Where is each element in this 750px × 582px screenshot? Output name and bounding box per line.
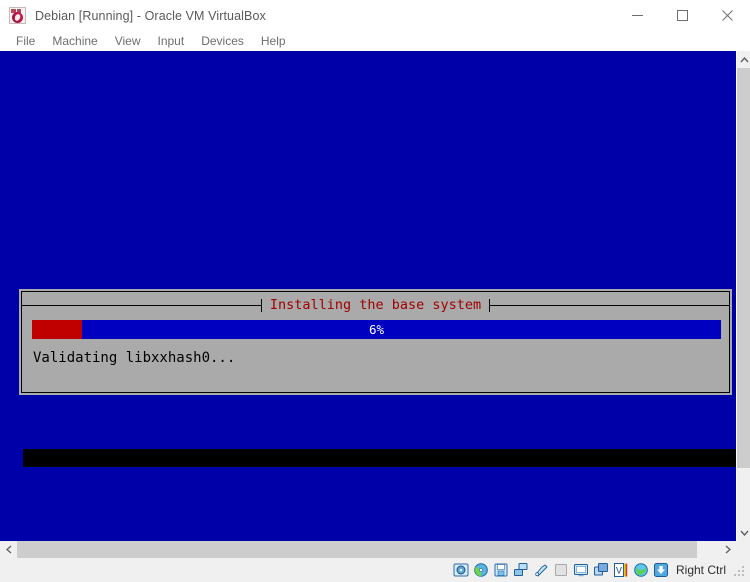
- shared-folders-icon[interactable]: [553, 562, 569, 578]
- scrollbar-corner: [736, 541, 750, 558]
- title-bar: Debian [Running] - Oracle VM VirtualBox: [0, 0, 750, 31]
- menu-item-file[interactable]: File: [8, 32, 44, 50]
- host-key-label: Right Ctrl: [675, 563, 726, 577]
- dialog-shadow: [23, 449, 736, 467]
- virtualbox-window: Debian [Running] - Oracle VM VirtualBox …: [0, 0, 750, 582]
- mouse-integration-icon[interactable]: [633, 562, 649, 578]
- close-button[interactable]: [705, 0, 750, 31]
- resize-grip-icon[interactable]: [734, 566, 746, 578]
- vm-screen[interactable]: Installing the base system 6% Validating…: [0, 51, 736, 541]
- window-title: Debian [Running] - Oracle VM VirtualBox: [35, 8, 266, 23]
- menu-item-help[interactable]: Help: [253, 32, 295, 50]
- maximize-button[interactable]: [660, 0, 705, 31]
- progress-percent-label: 6%: [368, 322, 385, 337]
- vertical-scrollbar-thumb[interactable]: [737, 68, 750, 468]
- floppy-disk-icon[interactable]: [493, 562, 509, 578]
- horizontal-scrollbar[interactable]: [0, 541, 736, 558]
- chevron-right-icon[interactable]: [719, 541, 736, 558]
- menu-item-view[interactable]: View: [107, 32, 150, 50]
- installer-status-text: Validating libxxhash0...: [33, 350, 236, 366]
- vertical-scrollbar[interactable]: [736, 51, 750, 541]
- menu-item-input[interactable]: Input: [150, 32, 194, 50]
- chevron-left-icon[interactable]: [0, 541, 17, 558]
- optical-disk-icon[interactable]: [473, 562, 489, 578]
- progress-bar: 6%: [32, 320, 721, 339]
- virtualbox-icon: [9, 7, 26, 24]
- vertical-scrollbar-track[interactable]: [737, 468, 750, 524]
- display-icon[interactable]: [573, 562, 589, 578]
- recording-icon[interactable]: [593, 562, 609, 578]
- vm-features-icon[interactable]: V: [613, 562, 629, 578]
- host-key-icon[interactable]: [653, 562, 669, 578]
- menu-item-devices[interactable]: Devices: [193, 32, 253, 50]
- minimize-button[interactable]: [615, 0, 660, 31]
- installer-dialog: Installing the base system 6% Validating…: [19, 289, 732, 395]
- chevron-up-icon[interactable]: [737, 51, 750, 68]
- dialog-title-row: Installing the base system: [22, 297, 730, 313]
- horizontal-scrollbar-thumb[interactable]: [17, 541, 697, 558]
- hard-disk-icon[interactable]: [453, 562, 469, 578]
- network-icon[interactable]: [513, 562, 529, 578]
- menu-item-machine[interactable]: Machine: [44, 32, 106, 50]
- status-bar: V Right Ctrl: [0, 558, 750, 582]
- usb-icon[interactable]: [533, 562, 549, 578]
- menu-bar: File Machine View Input Devices Help: [0, 31, 750, 51]
- dialog-title: Installing the base system: [269, 297, 482, 313]
- chevron-down-icon[interactable]: [737, 524, 750, 541]
- svg-text:V: V: [616, 567, 623, 577]
- window-controls: [615, 0, 750, 31]
